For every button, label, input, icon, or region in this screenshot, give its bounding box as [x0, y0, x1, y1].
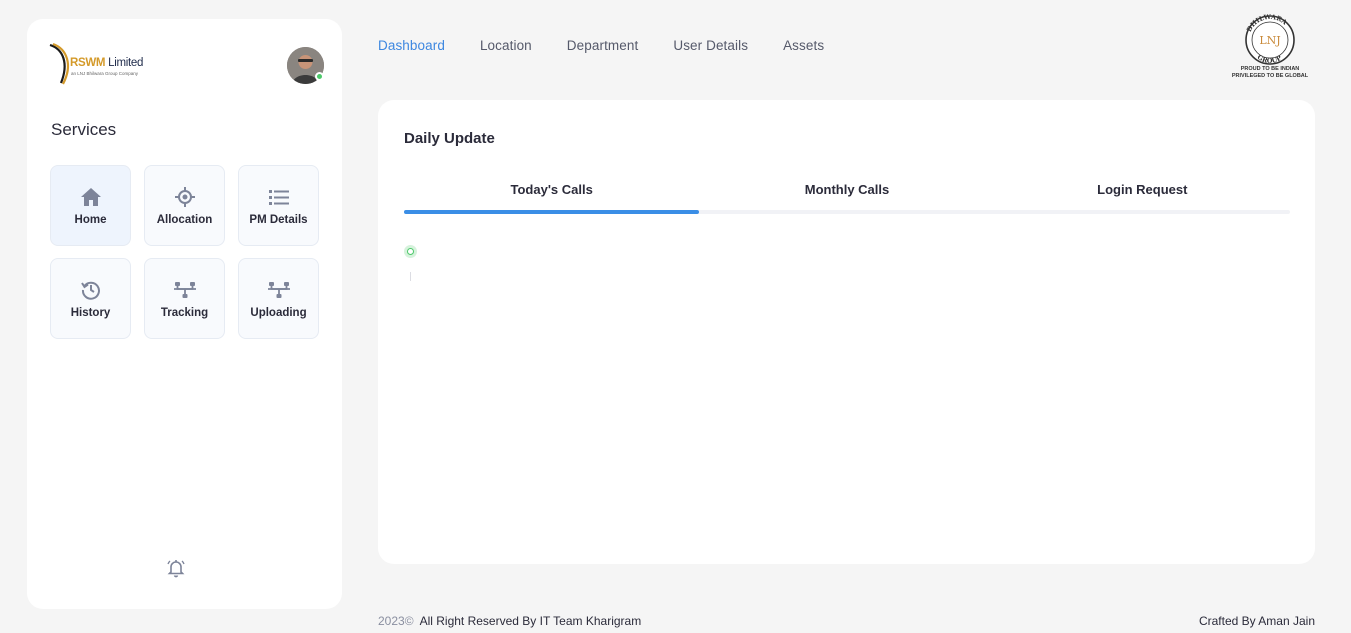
network-icon	[173, 279, 196, 301]
services-title: Services	[51, 120, 117, 139]
tile-label: Uploading	[250, 306, 307, 319]
tile-label: Home	[74, 213, 107, 226]
footer-rights: All Right Reserved By IT Team Kharigram	[419, 614, 642, 628]
card-title: Daily Update	[404, 130, 495, 147]
footer-year: 2023©	[378, 614, 414, 628]
service-tile-home[interactable]: Home	[50, 165, 131, 246]
tile-label: Tracking	[160, 306, 209, 319]
nav-department[interactable]: Department	[567, 38, 639, 53]
list-icon	[268, 186, 290, 208]
service-tile-tracking[interactable]: Tracking	[144, 258, 225, 339]
timeline-dot	[404, 245, 417, 258]
daily-update-card: Daily Update Today's Calls Monthly Calls…	[378, 100, 1315, 564]
active-tab-indicator	[404, 210, 699, 214]
service-tile-allocation[interactable]: Allocation	[144, 165, 225, 246]
nav-dashboard[interactable]: Dashboard	[378, 38, 445, 53]
crosshair-icon	[174, 186, 196, 208]
nav-assets[interactable]: Assets	[783, 38, 824, 53]
tile-label: History	[70, 306, 111, 319]
tile-label: PM Details	[249, 213, 308, 226]
nav-user-details[interactable]: User Details	[673, 38, 748, 53]
bhilwara-seal-icon: BHILWARA GROUP LNJ	[1245, 13, 1295, 65]
group-tagline-1: PROUD TO BE INDIAN	[1240, 66, 1300, 72]
service-tile-pm-details[interactable]: PM Details	[238, 165, 319, 246]
timeline-line	[410, 272, 411, 281]
footer-credit: Crafted By Aman Jain	[1198, 614, 1315, 628]
group-tagline-2: PRIVILEGED TO BE GLOBAL	[1231, 73, 1309, 79]
online-status-dot	[315, 72, 324, 81]
network-icon	[267, 279, 290, 301]
home-icon	[80, 186, 102, 208]
top-nav: Dashboard Location Department User Detai…	[378, 38, 859, 53]
sidebar: RSWM Limited an LNJ Bhilwara Group Compa…	[27, 19, 342, 609]
service-tile-history[interactable]: History	[50, 258, 131, 339]
brand-subtitle: an LNJ Bhilwara Group Company	[71, 71, 139, 76]
bell-icon[interactable]	[166, 558, 186, 578]
tile-label: Allocation	[156, 213, 213, 226]
service-tile-uploading[interactable]: Uploading	[238, 258, 319, 339]
footer-copyright: 2023© All Right Reserved By IT Team Khar…	[378, 614, 641, 628]
rswm-logo[interactable]: RSWM Limited an LNJ Bhilwara Group Compa…	[47, 41, 147, 87]
nav-location[interactable]: Location	[480, 38, 532, 53]
history-icon	[80, 279, 102, 301]
brand-name: RSWM Limited	[70, 57, 144, 69]
seal-monogram: LNJ	[1259, 34, 1280, 47]
